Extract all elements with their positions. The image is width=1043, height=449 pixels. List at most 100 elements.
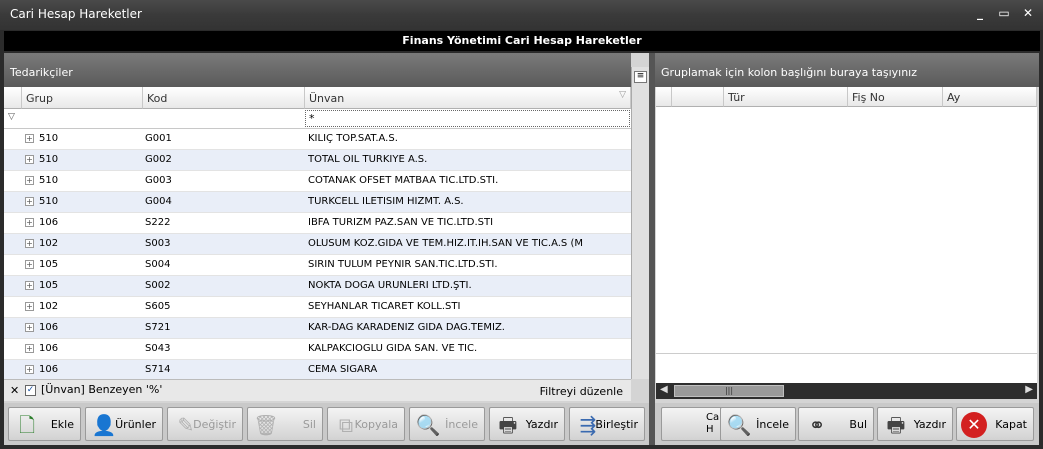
filter-status-bar: ✕ ✓ [Ünvan] Benzeyen '%' Filtreyi düzenl… — [4, 379, 631, 401]
inspect-icon: 🔍 — [415, 413, 441, 437]
scroll-left-icon[interactable]: ◀ — [660, 384, 668, 395]
left-toolbar: 🗋 Ekle 👤 Ürünler ✎ Değiştir 🗑 Sil ⧉ Kopy… — [4, 403, 649, 445]
scroll-thumb[interactable]: ≡ — [634, 71, 647, 83]
cell-kod: G002 — [145, 154, 172, 165]
delete-icon: 🗑 — [253, 413, 279, 437]
cell-kod: G003 — [145, 175, 172, 186]
expand-row-icon[interactable]: + — [25, 302, 34, 311]
auto-filter-row[interactable]: ▽ * — [4, 109, 631, 129]
row-indicator-header — [4, 87, 22, 109]
h-scroll-thumb[interactable]: ||| — [674, 385, 784, 397]
cell-unvan: KALPAKCIOGLU GIDA SAN. VE TIC. — [308, 343, 478, 354]
footer-divider — [656, 353, 1037, 354]
cell-kod: S714 — [145, 364, 171, 375]
table-row[interactable]: +510 G001 KILIÇ TOP.SAT.A.S. — [4, 129, 631, 150]
close-window-button[interactable]: ✕ — [1020, 6, 1036, 20]
table-row[interactable]: +106 S043 KALPAKCIOGLU GIDA SAN. VE TIC. — [4, 339, 631, 360]
cell-unvan: NOKTA DOĞA ÜRÜNLERİ LTD.ŞTİ. — [308, 280, 472, 291]
cell-kod: S002 — [145, 280, 171, 291]
minimize-button[interactable]: _ — [972, 6, 988, 20]
cell-kod: S605 — [145, 301, 171, 312]
cell-grup: 510 — [39, 154, 59, 165]
column-header-ay[interactable]: Ay — [943, 87, 1037, 107]
expand-row-icon[interactable]: + — [25, 176, 34, 185]
column-header-unvan-label: Ünvan — [309, 92, 345, 105]
filter-active-checkbox[interactable]: ✓ — [25, 385, 36, 396]
title-bar: Cari Hesap Hareketler _ ▭ ✕ — [0, 0, 1043, 30]
column-header-tur[interactable]: Tür — [724, 87, 848, 107]
window-title: Cari Hesap Hareketler — [10, 7, 142, 21]
panel-title: Tedarikçiler — [4, 53, 631, 87]
filter-status-text: [Ünvan] Benzeyen '%' — [41, 383, 163, 396]
inspect-button[interactable]: 🔍 İncele — [409, 407, 485, 441]
table-row[interactable]: +106 S721 KAR-DAG KARADENIZ GIDA DAG.TEMIZ… — [4, 318, 631, 339]
column-header-fis-no[interactable]: Fiş No — [848, 87, 943, 107]
vertical-scrollbar[interactable]: ≡ — [631, 67, 649, 379]
expand-row-icon[interactable]: + — [25, 323, 34, 332]
table-row[interactable]: +106 S222 IBFA TURIZM PAZ.SAN VE TIC.LTD.S… — [4, 213, 631, 234]
right-toolbar: Ca H 🔍 İncele ⚭ Bul 🖶 Yazdır ✕ Kapat — [655, 403, 1039, 445]
expand-row-icon[interactable]: + — [25, 134, 34, 143]
products-button[interactable]: 👤 Ürünler — [85, 407, 163, 441]
find-button[interactable]: ⚭ Bul — [798, 407, 874, 441]
suppliers-grid: Grup Kod Ünvan ▽ ▽ * +510 G001 KILIÇ TOP.S… — [4, 87, 631, 379]
cell-grup: 102 — [39, 238, 59, 249]
cell-kod: G004 — [145, 196, 172, 207]
cell-grup: 102 — [39, 301, 59, 312]
expand-row-icon[interactable]: + — [25, 155, 34, 164]
cell-unvan: TURKCELL ILETISIM HIZMT. A.S. — [308, 196, 464, 207]
merge-button[interactable]: ⇶ Birleştir — [569, 407, 645, 441]
delete-button[interactable]: 🗑 Sil — [247, 407, 323, 441]
cell-kod: S043 — [145, 343, 171, 354]
clear-filter-icon[interactable]: ✕ — [10, 384, 19, 397]
table-row[interactable]: +510 G003 COTANAK OFSET MATBAA TIC.LTD.STI… — [4, 171, 631, 192]
expand-row-icon[interactable]: + — [25, 281, 34, 290]
expand-row-icon[interactable]: + — [25, 239, 34, 248]
cell-grup: 105 — [39, 280, 59, 291]
column-header-grup[interactable]: Grup — [22, 87, 143, 109]
blank-column-header[interactable] — [672, 87, 724, 107]
expand-row-icon[interactable]: + — [25, 344, 34, 353]
column-header-kod[interactable]: Kod — [143, 87, 305, 109]
cell-unvan: KILIÇ TOP.SAT.A.S. — [308, 133, 398, 144]
edit-button[interactable]: ✎ Değiştir — [167, 407, 243, 441]
print-transactions-button[interactable]: 🖶 Yazdır — [877, 407, 953, 441]
edit-filter-link[interactable]: Filtreyi düzenle — [540, 385, 623, 398]
table-row[interactable]: +510 G004 TURKCELL ILETISIM HIZMT. A.S. — [4, 192, 631, 213]
table-row[interactable]: +102 S003 OLUSUM KOZ.GIDA VE TEM.HIZ.IT.IH… — [4, 234, 631, 255]
table-row[interactable]: +106 S714 CEMA SIGARA — [4, 360, 631, 379]
table-row[interactable]: +102 S605 SEYHANLAR TICARET KOLL.STI — [4, 297, 631, 318]
cell-unvan: KAR-DAG KARADENIZ GIDA DAG.TEMIZ. — [308, 322, 505, 333]
cell-grup: 106 — [39, 322, 59, 333]
inspect-transaction-button[interactable]: 🔍 İncele — [720, 407, 796, 441]
expand-row-icon[interactable]: + — [25, 365, 34, 374]
maximize-button[interactable]: ▭ — [996, 6, 1012, 20]
filter-icon[interactable]: ▽ — [619, 90, 626, 100]
cell-grup: 105 — [39, 259, 59, 270]
table-row[interactable]: +510 G002 TOTAL OIL TURKIYE A.S. — [4, 150, 631, 171]
expand-row-icon[interactable]: + — [25, 218, 34, 227]
expand-row-icon[interactable]: + — [25, 197, 34, 206]
inspect-icon: 🔍 — [726, 413, 752, 437]
add-button[interactable]: 🗋 Ekle — [8, 407, 81, 441]
column-header-unvan[interactable]: Ünvan ▽ — [305, 87, 631, 109]
close-form-button[interactable]: ✕ Kapat — [956, 407, 1034, 441]
expand-row-icon[interactable]: + — [25, 260, 34, 269]
cell-grup: 510 — [39, 175, 59, 186]
cell-unvan: SEYHANLAR TICARET KOLL.STI — [308, 301, 461, 312]
print-button[interactable]: 🖶 Yazdır — [489, 407, 565, 441]
copy-button[interactable]: ⧉ Kopyala — [327, 407, 405, 441]
scroll-right-icon[interactable]: ▶ — [1025, 384, 1033, 395]
cell-unvan: SIRIN TULUM PEYNIR SAN.TIC.LTD.STI. — [308, 259, 498, 270]
cell-unvan: TOTAL OIL TURKIYE A.S. — [308, 154, 428, 165]
horizontal-scrollbar[interactable]: ◀ ||| ▶ — [656, 383, 1037, 399]
cell-unvan: CEMA SIGARA — [308, 364, 378, 375]
user-icon: 👤 — [91, 413, 117, 437]
cell-grup: 510 — [39, 196, 59, 207]
cell-kod: S222 — [145, 217, 171, 228]
close-circle-icon: ✕ — [961, 412, 987, 438]
table-row[interactable]: +105 S002 NOKTA DOĞA ÜRÜNLERİ LTD.ŞTİ. — [4, 276, 631, 297]
table-row[interactable]: +105 S004 SIRIN TULUM PEYNIR SAN.TIC.LTD.S… — [4, 255, 631, 276]
filter-row-icon: ▽ — [8, 112, 15, 122]
hidden-button[interactable]: Ca H — [661, 407, 723, 441]
